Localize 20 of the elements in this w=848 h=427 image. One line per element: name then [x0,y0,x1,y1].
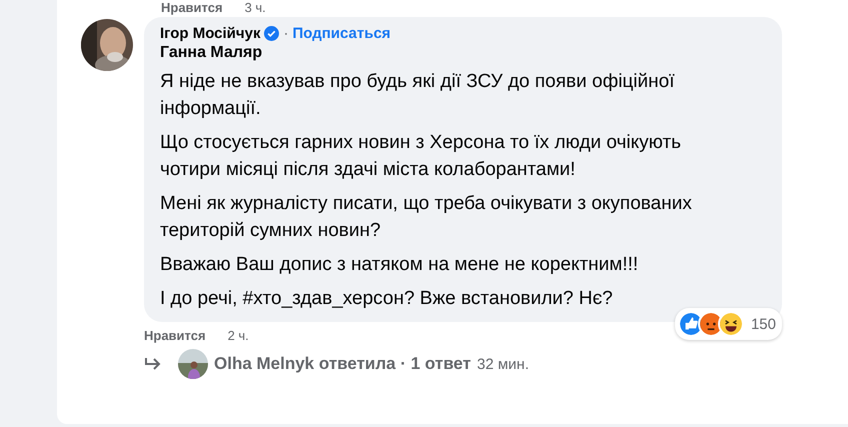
comment-time: 2 ч. [228,328,249,343]
like-link[interactable]: Нравится [161,0,223,15]
laugh-reaction-icon [718,311,744,337]
comment-paragraph: Що стосується гарних новин з Херсона то їх люди очікують чотири місяці після здачі міста колаборантами! [160,131,682,182]
author-name[interactable]: Ігор Мосійчук [160,25,260,42]
comment-paragraph: Вважаю Ваш допис з натяком на мене не коректним!!! [160,253,640,277]
reply-time: 32 мин. [477,356,529,372]
reply-arrow-icon [144,357,162,371]
comment-paragraph: І до речі, #хто_здав_херсон? Вже встановили? Нє? [160,287,614,311]
comment-time: 3 ч. [244,0,266,15]
like-link[interactable]: Нравится [144,328,206,343]
replies-link[interactable]: Olha Melnyk ответила · 1 ответ [214,354,471,374]
avatar[interactable] [81,19,133,71]
reaction-count: 150 [750,316,776,332]
mention-link[interactable]: Ганна Маляр [160,44,766,62]
comment-paragraph: Я ніде не вказував про будь які дії ЗСУ до появи офіційної інформації. [160,70,676,121]
reactions-pill[interactable]: 150 [674,308,782,340]
separator-dot: · [283,25,288,42]
follow-link[interactable]: Подписаться [292,25,391,42]
comment-paragraph: Мені як журналісту писати, що треба очікувати з окупованих територій сумних новин? [160,192,693,243]
